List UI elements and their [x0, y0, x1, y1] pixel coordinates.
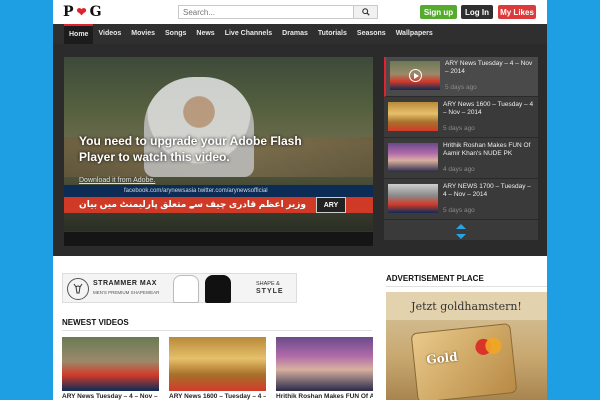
news-ticker: facebook.com/arynewsasia twitter.com/ary… [64, 185, 373, 213]
search-icon [361, 8, 370, 16]
playlist-scroll-up[interactable] [384, 221, 538, 231]
logo-letter-p: P [63, 4, 75, 20]
main-nav: Home Videos Movies Songs News Live Chann… [53, 24, 547, 44]
video-player[interactable]: facebook.com/arynewsasia twitter.com/ary… [64, 57, 373, 246]
playlist-item-title: ARY NEWS 1700 – Tuesday – 4 – Nov – 2014 [443, 183, 531, 198]
nav-item-news[interactable]: News [191, 24, 219, 44]
play-icon [409, 69, 422, 82]
ad-slogan-bottom: STYLE [256, 288, 284, 295]
playlist-thumbnail [388, 143, 438, 172]
playlist-item-title: Hrithik Roshan Makes FUN Of Aamir Khan's… [443, 142, 531, 157]
video-card-title: ARY News Tuesday – 4 – Nov – 2014 [62, 393, 159, 400]
page: P ❤ G Sign up Log In My Likes Home Video… [53, 0, 547, 400]
ticker-url-strip: facebook.com/arynewsasia twitter.com/ary… [64, 185, 373, 197]
playlist-item-age: 5 days ago [445, 84, 477, 91]
my-likes-button[interactable]: My Likes [498, 5, 536, 19]
playlist-thumbnail [390, 61, 440, 90]
playlist: ARY News Tuesday – 4 – Nov – 2014 5 days… [384, 57, 538, 240]
playlist-item[interactable]: ARY NEWS 1700 – Tuesday – 4 – Nov – 2014… [384, 180, 538, 220]
ad-banner[interactable]: STRAMMER MAX MEN'S PREMIUM SHAPEWEAR SHA… [62, 273, 297, 303]
search-button[interactable] [353, 6, 377, 18]
nav-item-home[interactable]: Home [64, 24, 94, 44]
nav-item-songs[interactable]: Songs [160, 24, 191, 44]
ad-slogan: SHAPE & STYLE [256, 280, 284, 296]
arrow-down-icon [456, 233, 466, 239]
playlist-item[interactable]: ARY News 1600 – Tuesday – 4 – Nov – 2014… [384, 98, 538, 138]
mastercard-icon [474, 337, 505, 356]
site-logo[interactable]: P ❤ G [63, 4, 103, 20]
playlist-item-age: 4 days ago [443, 166, 475, 173]
playlist-thumbnail [388, 184, 438, 213]
nav-item-tutorials[interactable]: Tutorials [313, 24, 352, 44]
nav-item-wallpapers[interactable]: Wallpapers [391, 24, 438, 44]
search-input[interactable] [179, 6, 353, 18]
video-card-title: ARY News 1600 – Tuesday – 4 – Nov – 2014 [169, 393, 266, 400]
shirt-image [173, 275, 199, 303]
credit-card-label: Gold [425, 349, 459, 367]
advertisement-heading: ADVERTISEMENT PLACE [386, 274, 484, 283]
search-box [178, 5, 378, 19]
login-button[interactable]: Log In [461, 5, 493, 19]
video-frame: facebook.com/arynewsasia twitter.com/ary… [64, 57, 373, 231]
video-card-thumbnail [276, 337, 373, 391]
ad-brand-tagline: MEN'S PREMIUM SHAPEWEAR [93, 290, 160, 295]
deer-logo-icon [67, 278, 89, 300]
logo-letter-g: G [89, 4, 103, 20]
playlist-item-title: ARY News Tuesday – 4 – Nov – 2014 [445, 60, 533, 75]
nav-item-videos[interactable]: Videos [93, 24, 126, 44]
shirt-image [205, 275, 231, 303]
video-card-thumbnail [62, 337, 159, 391]
video-card-title: Hrithik Roshan Makes FUN Of Aamir Khan's… [276, 393, 373, 400]
player-control-bar[interactable] [64, 231, 373, 246]
flash-upgrade-message: You need to upgrade your Adobe Flash Pla… [79, 134, 302, 164]
video-card-thumbnail [169, 337, 266, 391]
credit-card-image: Gold [410, 322, 518, 400]
newest-videos-heading: NEWEST VIDEOS [62, 318, 129, 327]
playlist-item[interactable]: ARY News Tuesday – 4 – Nov – 2014 5 days… [384, 57, 538, 97]
playlist-item[interactable]: Hrithik Roshan Makes FUN Of Aamir Khan's… [384, 139, 538, 179]
sidebar-ad-headline: Jetzt goldhamstern! [386, 292, 547, 320]
section-divider [386, 286, 547, 287]
video-card[interactable]: ARY News Tuesday – 4 – Nov – 2014 [62, 337, 159, 400]
playlist-item-age: 5 days ago [443, 207, 475, 214]
sidebar-ad[interactable]: Jetzt goldhamstern! Gold [386, 292, 547, 400]
featured-stage: facebook.com/arynewsasia twitter.com/ary… [53, 44, 547, 256]
nav-item-movies[interactable]: Movies [126, 24, 160, 44]
video-card[interactable]: Hrithik Roshan Makes FUN Of Aamir Khan's… [276, 337, 373, 400]
playlist-thumbnail [388, 102, 438, 131]
site-header: P ❤ G Sign up Log In My Likes [53, 0, 547, 24]
playlist-item-age: 5 days ago [443, 125, 475, 132]
channel-logo: ARY [316, 197, 346, 213]
playlist-scroll-down[interactable] [384, 231, 538, 241]
download-flash-link[interactable]: Download it from Adobe. [79, 177, 155, 184]
nav-item-seasons[interactable]: Seasons [352, 24, 391, 44]
ticker-headline: وزیر اعظم قادری چیف سے متعلق پارلیمنٹ می… [79, 199, 306, 209]
ad-brand-name: STRAMMER MAX [93, 280, 157, 287]
section-divider [62, 330, 372, 331]
ad-slogan-top: SHAPE & [256, 281, 280, 287]
arrow-up-icon [456, 223, 466, 229]
video-card[interactable]: ARY News 1600 – Tuesday – 4 – Nov – 2014 [169, 337, 266, 400]
nav-item-live-channels[interactable]: Live Channels [220, 24, 277, 44]
signup-button[interactable]: Sign up [420, 5, 457, 19]
heart-icon: ❤ [76, 5, 88, 19]
playlist-item-title: ARY News 1600 – Tuesday – 4 – Nov – 2014 [443, 101, 534, 116]
nav-item-dramas[interactable]: Dramas [277, 24, 313, 44]
